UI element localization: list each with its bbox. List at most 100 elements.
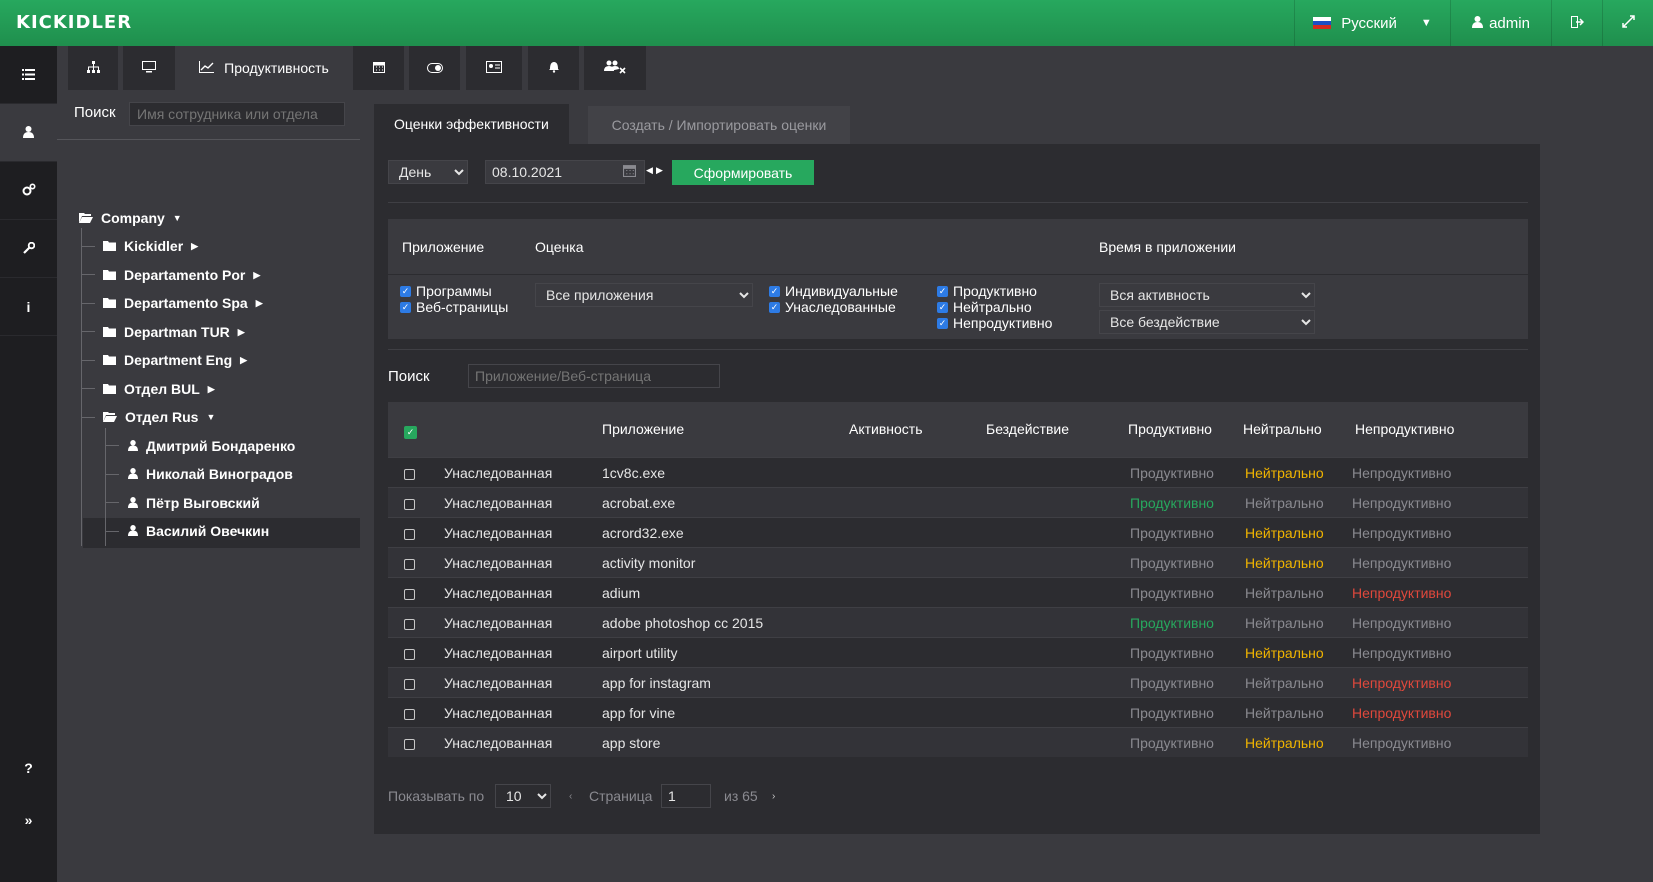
table-row[interactable]: Унаследованная app for instagram Продуктив… — [388, 667, 1528, 697]
row-checkbox[interactable] — [404, 497, 415, 513]
tree-item-department[interactable]: Departamento Spa ▶ — [103, 295, 263, 311]
tab-monitor[interactable] — [123, 46, 175, 90]
row-checkbox[interactable] — [404, 677, 415, 693]
tab-toggle[interactable] — [409, 46, 460, 90]
select-all-checkbox[interactable]: ✓ — [404, 422, 417, 439]
tree-item-department[interactable]: Department Eng ▶ — [103, 352, 247, 368]
row-unproductive[interactable]: Непродуктивно — [1352, 675, 1451, 691]
row-neutral[interactable]: Нейтрально — [1245, 705, 1324, 721]
sidebar-item-info[interactable]: i — [0, 278, 57, 336]
row-unproductive[interactable]: Непродуктивно — [1352, 645, 1451, 661]
tree-item-department[interactable]: Kickidler ▶ — [103, 238, 198, 254]
fullscreen-button[interactable] — [1602, 0, 1653, 46]
row-productive[interactable]: Продуктивно — [1130, 615, 1214, 631]
th-productive[interactable]: Продуктивно — [1128, 421, 1212, 437]
row-productive[interactable]: Продуктивно — [1130, 525, 1214, 541]
expand-sidebar-button[interactable]: » — [0, 810, 57, 830]
table-row[interactable]: Унаследованная airport utility Продуктивно… — [388, 637, 1528, 667]
tab-users-settings[interactable] — [584, 46, 646, 90]
row-neutral[interactable]: Нейтрально — [1245, 525, 1324, 541]
row-unproductive[interactable]: Непродуктивно — [1352, 585, 1451, 601]
next-date-icon[interactable]: ▶ — [656, 165, 663, 176]
table-row[interactable]: Унаследованная app store Продуктивно Нейтра… — [388, 727, 1528, 757]
row-unproductive[interactable]: Непродуктивно — [1352, 525, 1451, 541]
row-checkbox[interactable] — [404, 587, 415, 603]
row-productive[interactable]: Продуктивно — [1130, 555, 1214, 571]
prev-page-icon[interactable]: ‹ — [569, 791, 572, 802]
row-neutral[interactable]: Нейтрально — [1245, 555, 1324, 571]
row-productive[interactable]: Продуктивно — [1130, 495, 1214, 511]
tab-calendar[interactable] — [353, 46, 404, 90]
tree-item-department[interactable]: Departamento Por ▶ — [103, 267, 260, 283]
tab-efficiency-ratings[interactable]: Оценки эффективности — [374, 104, 569, 144]
th-idle[interactable]: Бездействие — [986, 421, 1069, 437]
page-input[interactable] — [661, 784, 711, 808]
row-checkbox[interactable] — [404, 527, 415, 543]
generate-button[interactable]: Сформировать — [672, 160, 814, 185]
per-page-select[interactable]: 10 — [495, 784, 551, 808]
tree-item-employee[interactable]: Дмитрий Бондаренко — [128, 438, 295, 454]
tab-structure[interactable] — [68, 46, 118, 90]
row-checkbox[interactable] — [404, 557, 415, 573]
tab-id-card[interactable] — [466, 46, 522, 90]
row-unproductive[interactable]: Непродуктивно — [1352, 705, 1451, 721]
language-selector[interactable]: Русский ▼ — [1294, 0, 1450, 46]
th-activity[interactable]: Активность — [849, 421, 923, 437]
tree-item-employee[interactable]: Николай Виноградов — [128, 466, 293, 482]
tree-item-department[interactable]: Отдел BUL ▶ — [103, 381, 215, 397]
idle-select[interactable]: Все бездействие — [1099, 310, 1315, 334]
tree-item-employee[interactable]: Пётр Выговский — [128, 495, 260, 511]
activity-select[interactable]: Вся активность — [1099, 283, 1315, 307]
row-unproductive[interactable]: Непродуктивно — [1352, 465, 1451, 481]
tree-item-company[interactable]: Company ▼ — [79, 210, 182, 226]
filter-unproductive-checkbox[interactable]: ✓ Непродуктивно — [937, 315, 1052, 331]
table-row[interactable]: Унаследованная acrord32.exe Продуктивно Ней… — [388, 517, 1528, 547]
tab-notifications[interactable] — [528, 46, 579, 90]
row-productive[interactable]: Продуктивно — [1130, 705, 1214, 721]
sidebar-item-settings[interactable] — [0, 162, 57, 220]
row-neutral[interactable]: Нейтрально — [1245, 645, 1324, 661]
table-row[interactable]: Унаследованная acrobat.exe Продуктивно Нейт… — [388, 487, 1528, 517]
row-checkbox[interactable] — [404, 617, 415, 633]
row-neutral[interactable]: Нейтрально — [1245, 675, 1324, 691]
sidebar-item-tools[interactable] — [0, 220, 57, 278]
th-neutral[interactable]: Нейтрально — [1243, 421, 1322, 437]
row-checkbox[interactable] — [404, 737, 415, 753]
employee-search-input[interactable] — [129, 102, 345, 126]
app-search-input[interactable] — [468, 364, 720, 388]
calendar-icon[interactable] — [623, 164, 636, 180]
row-unproductive[interactable]: Непродуктивно — [1352, 615, 1451, 631]
row-neutral[interactable]: Нейтрально — [1245, 495, 1324, 511]
th-app[interactable]: Приложение — [602, 421, 684, 437]
row-neutral[interactable]: Нейтрально — [1245, 465, 1324, 481]
table-row[interactable]: Унаследованная activity monitor Продуктивн… — [388, 547, 1528, 577]
logout-button[interactable] — [1551, 0, 1602, 46]
row-checkbox[interactable] — [404, 467, 415, 483]
filter-productive-checkbox[interactable]: ✓ Продуктивно — [937, 283, 1037, 299]
period-select[interactable]: День — [388, 160, 468, 184]
row-unproductive[interactable]: Непродуктивно — [1352, 555, 1451, 571]
filter-inherited-checkbox[interactable]: ✓ Унаследованные — [769, 299, 896, 315]
row-unproductive[interactable]: Непродуктивно — [1352, 735, 1451, 751]
help-button[interactable]: ? — [0, 758, 57, 778]
sidebar-item-list[interactable] — [0, 46, 57, 104]
tree-item-department[interactable]: Departman TUR ▶ — [103, 324, 245, 340]
table-row[interactable]: Унаследованная adium Продуктивно Нейтрально… — [388, 577, 1528, 607]
row-neutral[interactable]: Нейтрально — [1245, 585, 1324, 601]
row-neutral[interactable]: Нейтрально — [1245, 615, 1324, 631]
row-unproductive[interactable]: Непродуктивно — [1352, 495, 1451, 511]
sidebar-item-employees[interactable] — [0, 104, 57, 162]
filter-individual-checkbox[interactable]: ✓ Индивидуальные — [769, 283, 898, 299]
row-neutral[interactable]: Нейтрально — [1245, 735, 1324, 751]
tree-item-department-selected[interactable]: Отдел Rus ▼ — [103, 409, 215, 425]
row-productive[interactable]: Продуктивно — [1130, 735, 1214, 751]
prev-date-icon[interactable]: ◀ — [646, 165, 653, 176]
row-checkbox[interactable] — [404, 707, 415, 723]
tab-productivity[interactable]: Продуктивность — [180, 46, 348, 90]
th-unproductive[interactable]: Непродуктивно — [1355, 421, 1454, 437]
row-productive[interactable]: Продуктивно — [1130, 465, 1214, 481]
table-row[interactable]: Унаследованная app for vine Продуктивно Ней… — [388, 697, 1528, 727]
filter-webpages-checkbox[interactable]: ✓ Веб-страницы — [400, 299, 508, 315]
apps-select[interactable]: Все приложения — [535, 283, 753, 307]
filter-neutral-checkbox[interactable]: ✓ Нейтрально — [937, 299, 1032, 315]
